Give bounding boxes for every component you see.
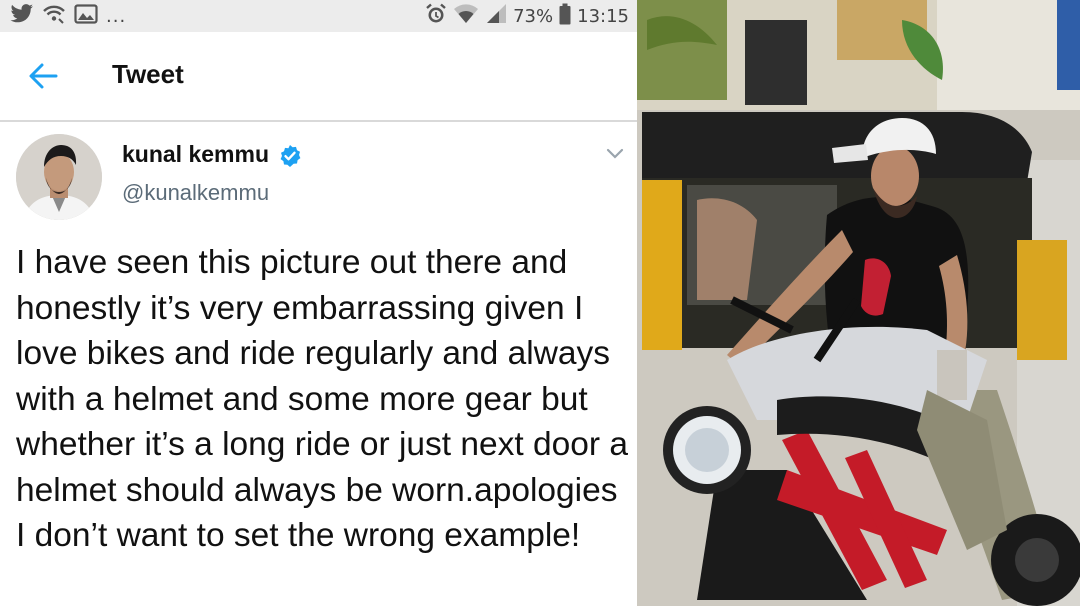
tweet-screenshot: ... 73% 13:15 Tweet kunal kemmu @kunalke… xyxy=(0,0,637,606)
user-handle[interactable]: @kunalkemmu xyxy=(122,180,269,206)
motorcycle-photo xyxy=(637,0,1080,606)
tweet-text: I have seen this picture out there and h… xyxy=(16,244,629,554)
battery-icon xyxy=(559,3,571,30)
status-overflow-dots: ... xyxy=(106,5,127,27)
wifi-icon xyxy=(453,3,479,30)
gallery-icon xyxy=(74,4,98,28)
display-name[interactable]: kunal kemmu xyxy=(122,141,269,168)
chevron-down-icon[interactable] xyxy=(606,147,624,159)
avatar[interactable] xyxy=(16,134,102,220)
alarm-icon xyxy=(425,3,447,30)
wifi-call-icon xyxy=(42,3,66,29)
verified-badge-icon xyxy=(278,144,302,168)
twitter-bird-icon xyxy=(10,3,34,29)
back-arrow-icon[interactable] xyxy=(28,62,58,90)
clock-time: 13:15 xyxy=(577,6,629,27)
page-title: Tweet xyxy=(112,59,184,89)
status-bar: ... 73% 13:15 xyxy=(0,0,637,32)
battery-percent: 73% xyxy=(513,6,554,27)
signal-icon xyxy=(485,3,507,30)
tweet-header: Tweet xyxy=(0,32,637,122)
